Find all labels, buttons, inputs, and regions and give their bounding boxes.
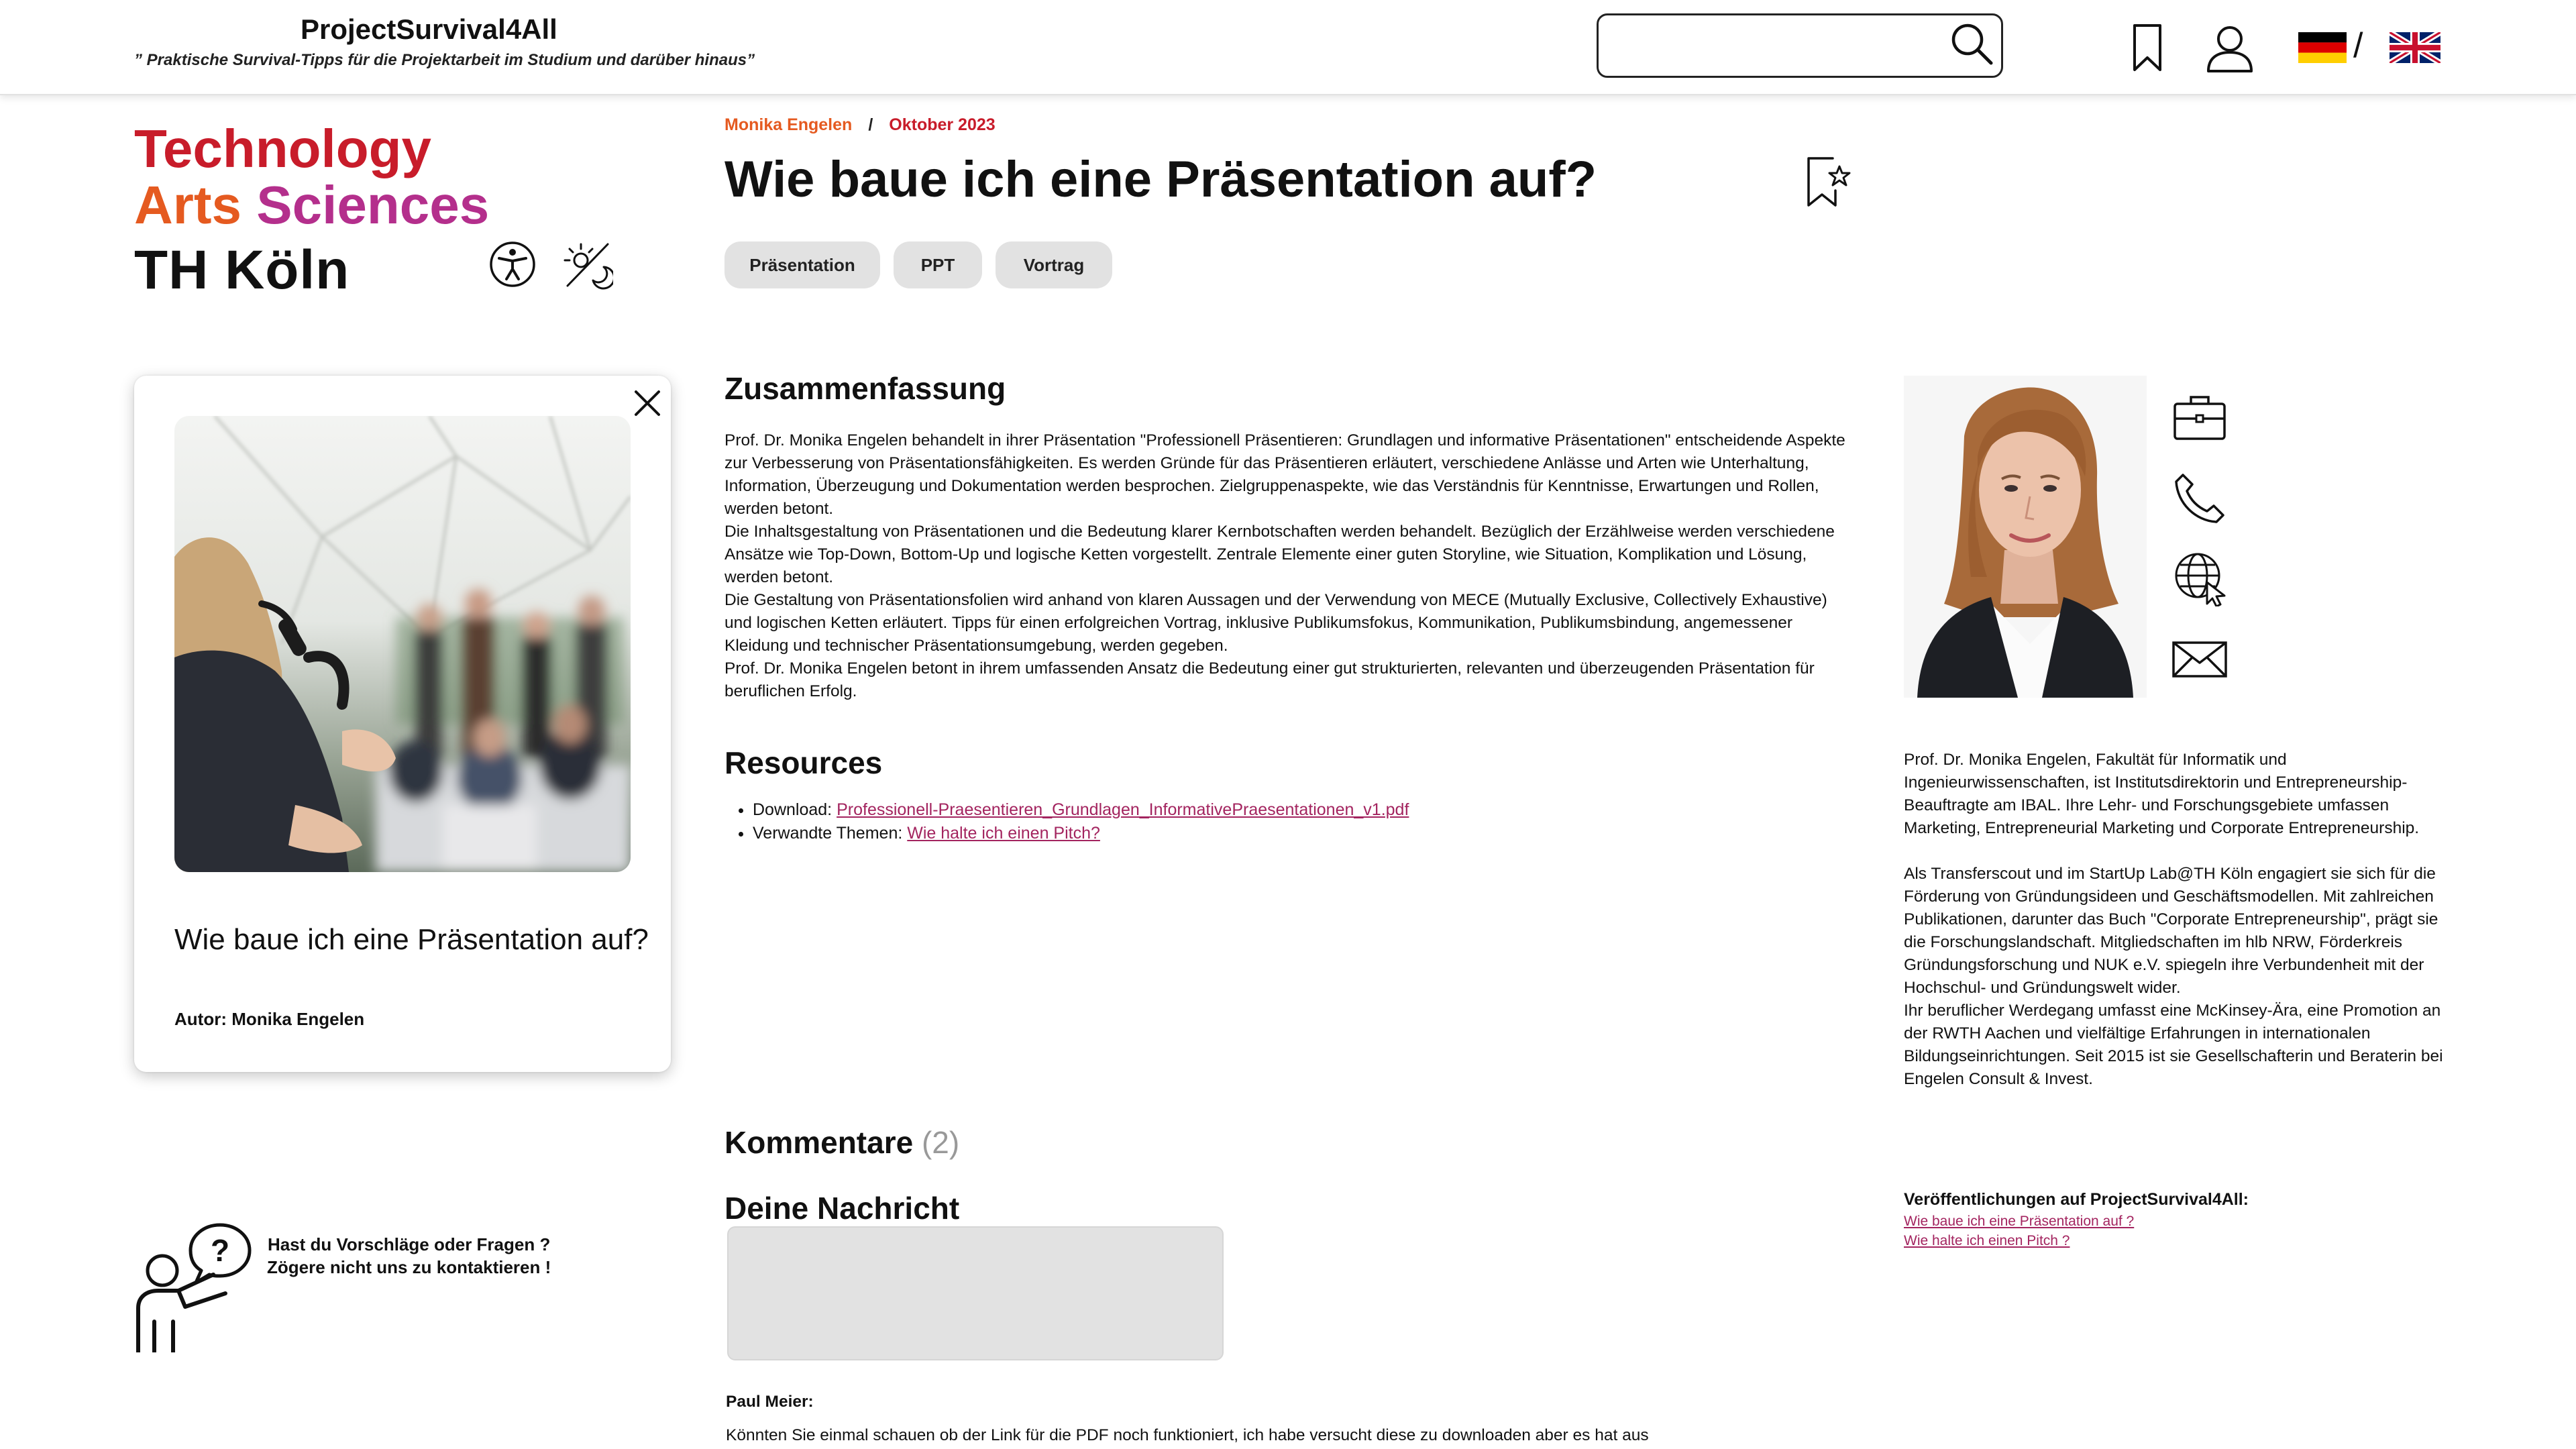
summary-text: Prof. Dr. Monika Engelen behandelt in ih…: [724, 429, 1851, 703]
search-icon[interactable]: [1948, 20, 1995, 67]
author-photo: [1904, 376, 2147, 698]
tag-praesentation[interactable]: Präsentation: [724, 241, 880, 288]
site-title[interactable]: ProjectSurvival4All: [301, 13, 557, 46]
search-field[interactable]: [1597, 13, 2003, 78]
resources-heading: Resources: [724, 745, 883, 780]
comments-count: (2): [921, 1125, 960, 1160]
globe-icon[interactable]: [2171, 549, 2229, 606]
theme-toggle-icon[interactable]: [562, 239, 613, 290]
contact-prompt-line2: Zögere nicht uns zu kontaktieren !: [267, 1257, 551, 1277]
tag-ppt[interactable]: PPT: [894, 241, 982, 288]
comment-author: Paul Meier:: [726, 1393, 814, 1411]
tag-vortrag[interactable]: Vortrag: [996, 241, 1112, 288]
message-field[interactable]: [727, 1226, 1224, 1360]
author-bio-paragraph: Prof. Dr. Monika Engelen, Fakultät für I…: [1904, 751, 2420, 837]
flag-uk-icon[interactable]: [2390, 32, 2440, 63]
contact-prompt-line1: Hast du Vorschläge oder Fragen ?: [267, 1234, 551, 1254]
resource-label: Download:: [753, 800, 833, 819]
flag-germany-icon[interactable]: [2298, 32, 2347, 63]
message-input[interactable]: [729, 1228, 1222, 1359]
logo-sciences: Sciences: [256, 175, 490, 235]
bookmark-icon[interactable]: [2131, 23, 2164, 74]
article-card[interactable]: Wie baue ich eine Präsentation auf? Auto…: [134, 376, 671, 1072]
meta-separator: /: [868, 115, 873, 134]
article-card-image: [174, 416, 631, 872]
close-icon[interactable]: [632, 388, 663, 419]
article-author-link[interactable]: Monika Engelen: [724, 115, 852, 134]
search-input[interactable]: [1609, 25, 1934, 69]
article-card-author-name: Monika Engelen: [231, 1009, 365, 1029]
pdf-download-link[interactable]: Professionell-Praesentieren_Grundlagen_I…: [837, 800, 1409, 819]
article-card-title[interactable]: Wie baue ich eine Präsentation auf?: [174, 923, 649, 957]
summary-heading: Zusammenfassung: [724, 371, 1006, 406]
favorite-bookmark-star-icon[interactable]: [1805, 154, 1853, 209]
briefcase-icon[interactable]: [2171, 389, 2229, 447]
author-bio-paragraph: Als Transferscout und im StartUp Lab@TH …: [1904, 865, 2438, 997]
logo-arts: Arts: [134, 175, 242, 235]
author-bio-paragraph: Ihr beruflicher Werdegang umfasst eine M…: [1904, 1002, 2443, 1088]
author-bio: Prof. Dr. Monika Engelen, Fakultät für I…: [1904, 749, 2454, 1091]
accessibility-icon[interactable]: [488, 240, 537, 288]
svg-text:?: ?: [211, 1233, 229, 1268]
publication-link[interactable]: Wie baue ich eine Präsentation auf ?: [1904, 1212, 2134, 1231]
contact-question-icon[interactable]: ?: [134, 1221, 252, 1352]
publications-list: Wie baue ich eine Präsentation auf ? Wie…: [1904, 1212, 2134, 1250]
contact-prompt[interactable]: Hast du Vorschläge oder Fragen ? Zögere …: [267, 1233, 551, 1279]
th-koeln-logo[interactable]: Technology Arts Sciences TH Köln: [134, 122, 489, 298]
resource-item-related: Verwandte Themen: Wie halte ich einen Pi…: [753, 822, 1880, 845]
logo-line-th-koeln: TH Köln: [134, 239, 350, 301]
logo-line-arts-sciences: Arts Sciences: [134, 178, 489, 232]
article-card-author-label: Autor:: [174, 1009, 227, 1029]
publication-link[interactable]: Wie halte ich einen Pitch ?: [1904, 1231, 2134, 1250]
resource-item-download: Download: Professionell-Praesentieren_Gr…: [753, 798, 1880, 822]
resource-label: Verwandte Themen:: [753, 824, 903, 843]
summary-paragraph: Prof. Dr. Monika Engelen betont in ihrem…: [724, 659, 1815, 700]
site-tagline: ” Praktische Survival-Tipps für die Proj…: [134, 51, 755, 69]
mail-icon[interactable]: [2171, 629, 2229, 687]
message-heading: Deine Nachricht: [724, 1191, 960, 1226]
language-separator: /: [2353, 26, 2363, 65]
summary-paragraph: Die Inhaltsgestaltung von Präsentationen…: [724, 523, 1835, 586]
article-card-author: Autor: Monika Engelen: [174, 1009, 364, 1030]
user-icon[interactable]: [2204, 23, 2255, 74]
page-title: Wie baue ich eine Präsentation auf?: [724, 151, 1597, 208]
related-topic-link[interactable]: Wie halte ich einen Pitch?: [907, 824, 1100, 843]
publications-heading: Veröffentlichungen auf ProjectSurvival4A…: [1904, 1190, 2249, 1209]
logo-line-technology: Technology: [134, 119, 431, 178]
summary-paragraph: Prof. Dr. Monika Engelen behandelt in ih…: [724, 431, 1845, 518]
comment-text: Könnten Sie einmal schauen ob der Link f…: [726, 1426, 1649, 1444]
phone-icon[interactable]: [2171, 470, 2229, 527]
summary-paragraph: Die Gestaltung von Präsentationsfolien w…: [724, 591, 1827, 655]
article-date: Oktober 2023: [889, 115, 996, 134]
comments-heading: Kommentare (2): [724, 1124, 959, 1161]
comments-heading-label: Kommentare: [724, 1125, 914, 1160]
site-header: ProjectSurvival4All ” Praktische Surviva…: [0, 0, 2576, 95]
resources-list: Download: Professionell-Praesentieren_Gr…: [724, 798, 1880, 845]
article-meta: Monika Engelen / Oktober 2023: [724, 115, 996, 135]
